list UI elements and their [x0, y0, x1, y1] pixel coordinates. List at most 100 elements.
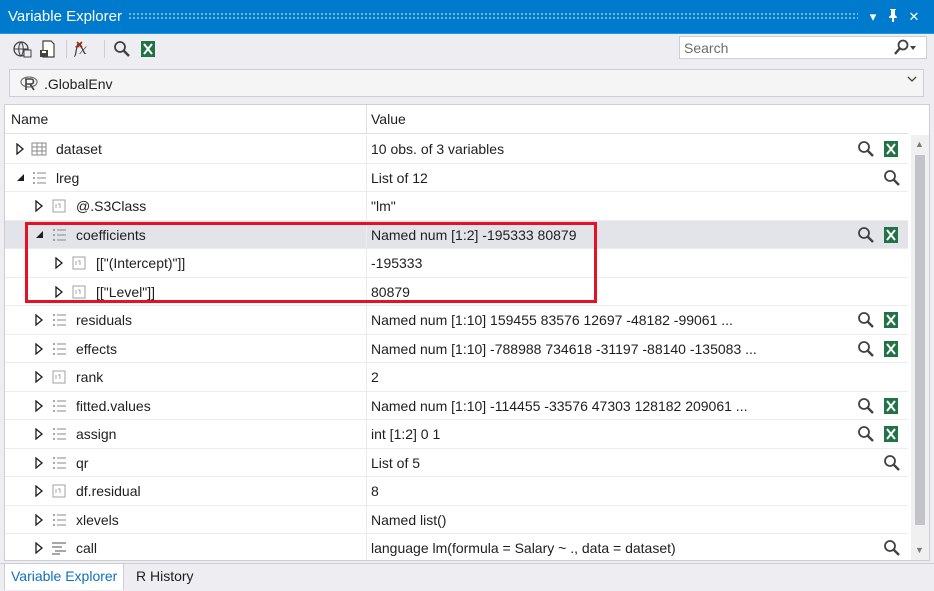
variable-value: Named list(): [371, 511, 447, 528]
column-divider: [366, 505, 367, 533]
list-icon: [51, 227, 67, 243]
window-menu-dropdown-icon[interactable]: ▾: [864, 8, 882, 26]
search-box: [679, 36, 927, 59]
column-divider: [366, 192, 367, 220]
r-environment-icon: [19, 74, 39, 95]
variable-row[interactable]: qr List of 5: [5, 448, 908, 477]
scroll-up-icon[interactable]: ▲: [915, 139, 924, 149]
variable-row[interactable]: assign int [1:2] 0 1: [5, 420, 908, 449]
tab-r-history[interactable]: R History: [130, 564, 200, 590]
column-header-value[interactable]: Value: [371, 111, 406, 127]
variable-value: Named num [1:10] -788988 734618 -31197 -…: [371, 340, 757, 357]
expand-arrow-icon[interactable]: [54, 256, 64, 270]
expand-arrow-icon[interactable]: [34, 313, 44, 327]
column-divider: [366, 334, 367, 362]
search-icon[interactable]: [856, 311, 876, 329]
expand-arrow-icon[interactable]: [34, 342, 44, 355]
window-title: Variable Explorer: [8, 8, 122, 25]
excel-icon[interactable]: [881, 140, 901, 158]
column-divider: [366, 249, 367, 277]
collapse-arrow-icon[interactable]: [34, 229, 44, 241]
excel-icon[interactable]: [881, 340, 901, 358]
variable-name: [["Level"]]: [96, 283, 155, 300]
scrollbar-thumb[interactable]: [915, 155, 925, 525]
title-bar-grip[interactable]: [128, 12, 858, 21]
search-icon[interactable]: [856, 140, 876, 158]
pin-icon[interactable]: [884, 8, 902, 26]
column-divider: [366, 391, 367, 419]
list-icon: [51, 426, 67, 442]
search-icon[interactable]: [111, 38, 133, 60]
variable-value: -195333: [371, 255, 423, 271]
variable-value: 80879: [371, 283, 410, 300]
search-icon[interactable]: [856, 397, 876, 415]
expand-arrow-icon[interactable]: [34, 370, 44, 384]
toolbar-separator: [104, 40, 105, 58]
variable-name: xlevels: [76, 511, 119, 528]
excel-icon[interactable]: [881, 226, 901, 244]
expand-arrow-icon[interactable]: [54, 285, 64, 298]
variable-row[interactable]: xlevels Named list(): [5, 505, 908, 534]
variable-row[interactable]: dataset 10 obs. of 3 variables: [5, 135, 908, 164]
close-icon[interactable]: ✕: [905, 8, 923, 26]
excel-icon[interactable]: [137, 38, 159, 60]
search-icon[interactable]: [856, 340, 876, 358]
expand-arrow-icon[interactable]: [34, 427, 44, 441]
variable-row[interactable]: df.residual 8: [5, 477, 908, 506]
variable-row[interactable]: [["(Intercept)"]] -195333: [5, 249, 908, 278]
expand-arrow-icon[interactable]: [34, 541, 44, 555]
column-divider: [366, 220, 367, 248]
environment-dropdown[interactable]: .GlobalEnv: [9, 69, 924, 97]
save-workspace-icon[interactable]: [37, 38, 59, 60]
expand-arrow-icon[interactable]: [34, 513, 44, 526]
variable-row[interactable]: residuals Named num [1:10] 159455 83576 1…: [5, 306, 908, 335]
vector-icon: [71, 284, 87, 300]
search-icon[interactable]: [856, 226, 876, 244]
list-icon: [31, 170, 47, 186]
variable-value: Named num [1:2] -195333 80879: [371, 226, 577, 243]
vertical-scrollbar[interactable]: ▲ ▼: [911, 135, 929, 560]
search-options-icon[interactable]: [892, 39, 918, 60]
search-input[interactable]: [684, 39, 884, 57]
scroll-down-icon[interactable]: ▼: [915, 545, 924, 555]
column-divider: [366, 534, 367, 560]
variable-name: residuals: [76, 312, 133, 328]
excel-icon[interactable]: [881, 311, 901, 329]
expand-arrow-icon[interactable]: [34, 199, 44, 213]
list-icon: [51, 398, 67, 414]
column-header-name[interactable]: Name: [11, 111, 48, 127]
expand-arrow-icon[interactable]: [15, 142, 25, 156]
column-resize-handle[interactable]: [366, 105, 367, 134]
search-icon[interactable]: [882, 454, 902, 472]
language-icon: [51, 540, 67, 556]
environment-selected-value: .GlobalEnv: [44, 76, 113, 92]
variable-row[interactable]: @.S3Class "lm": [5, 192, 908, 221]
search-icon[interactable]: [856, 425, 876, 443]
expand-arrow-icon[interactable]: [34, 484, 44, 498]
load-workspace-icon[interactable]: [11, 38, 33, 60]
variable-name: call: [76, 540, 98, 556]
excel-icon[interactable]: [881, 425, 901, 443]
variable-name: coefficients: [76, 226, 146, 243]
delete-all-icon[interactable]: fx: [74, 38, 96, 60]
tab-variable-explorer[interactable]: Variable Explorer: [4, 564, 125, 590]
variable-row[interactable]: fitted.values Named num [1:10] -114455 -3…: [5, 391, 908, 420]
variable-row[interactable]: lreg List of 12: [5, 163, 908, 192]
variable-row[interactable]: call language lm(formula = Salary ~ ., da…: [5, 534, 908, 560]
variable-row[interactable]: [["Level"]] 80879: [5, 277, 908, 306]
variable-value: language lm(formula = Salary ~ ., data =…: [371, 540, 676, 556]
collapse-arrow-icon[interactable]: [15, 172, 25, 184]
expand-arrow-icon[interactable]: [34, 399, 44, 412]
table-icon: [31, 141, 47, 157]
search-icon[interactable]: [882, 169, 902, 187]
excel-icon[interactable]: [881, 397, 901, 415]
variable-row[interactable]: effects Named num [1:10] -788988 734618 -…: [5, 334, 908, 363]
bottom-tabs: Variable Explorer R History: [0, 563, 934, 591]
variable-row[interactable]: rank 2: [5, 363, 908, 392]
variable-name: fitted.values: [76, 397, 151, 414]
variable-name: qr: [76, 454, 89, 471]
variable-value: List of 12: [371, 169, 428, 186]
search-icon[interactable]: [882, 539, 902, 557]
variable-row[interactable]: coefficients Named num [1:2] -195333 8087…: [5, 220, 908, 249]
expand-arrow-icon[interactable]: [34, 456, 44, 469]
